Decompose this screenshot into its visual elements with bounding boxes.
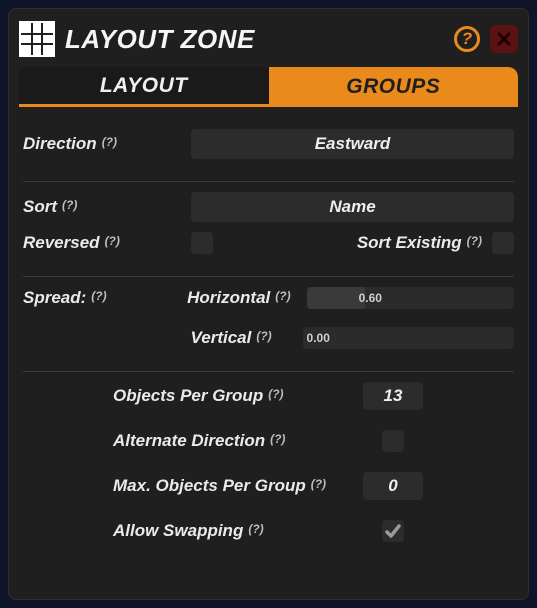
- help-icon[interactable]: (?): [105, 234, 120, 248]
- alternate-direction-row: Alternate Direction (?): [113, 430, 514, 452]
- reversed-label-text: Reversed: [23, 233, 100, 253]
- grid-icon: [19, 21, 55, 57]
- direction-label: Direction (?): [23, 134, 191, 154]
- allow-swapping-row: Allow Swapping (?): [113, 520, 514, 542]
- help-icon[interactable]: (?): [248, 522, 263, 536]
- objects-per-group-row: Objects Per Group (?) 13: [113, 382, 514, 410]
- sort-sub-row: Reversed (?) Sort Existing (?): [23, 232, 514, 254]
- objects-per-group-label-text: Objects Per Group: [113, 386, 263, 406]
- separator: [23, 276, 514, 277]
- spread-vertical-label: Vertical (?): [191, 328, 303, 348]
- check-icon: [384, 522, 402, 540]
- spread-vertical-row: Vertical (?) 0.00: [23, 327, 514, 349]
- panel-body: Direction (?) Eastward Sort (?) Name Rev…: [19, 107, 518, 542]
- sort-existing-checkbox[interactable]: [492, 232, 514, 254]
- layout-zone-panel: LAYOUT ZONE ? LAYOUT GROUPS Direction (?…: [8, 8, 529, 600]
- tab-layout[interactable]: LAYOUT: [19, 67, 269, 107]
- panel-title: LAYOUT ZONE: [65, 24, 454, 55]
- alternate-direction-checkbox[interactable]: [382, 430, 404, 452]
- max-objects-input[interactable]: 0: [363, 472, 423, 500]
- allow-swapping-label-text: Allow Swapping: [113, 521, 243, 541]
- spread-label-text: Spread:: [23, 288, 86, 308]
- spread-label: Spread: (?): [23, 288, 187, 308]
- sort-existing-label: Sort Existing (?): [357, 233, 482, 253]
- help-icon[interactable]: (?): [256, 329, 271, 343]
- help-icon[interactable]: (?): [270, 432, 285, 446]
- sort-row: Sort (?) Name: [23, 192, 514, 222]
- help-icon[interactable]: (?): [91, 289, 106, 303]
- spread-horizontal-label-text: Horizontal: [187, 288, 270, 308]
- max-objects-row: Max. Objects Per Group (?) 0: [113, 472, 514, 500]
- help-icon[interactable]: (?): [102, 135, 117, 149]
- tab-groups[interactable]: GROUPS: [269, 67, 519, 107]
- help-icon[interactable]: (?): [311, 477, 326, 491]
- separator: [23, 371, 514, 372]
- direction-row: Direction (?) Eastward: [23, 129, 514, 159]
- close-icon: [496, 31, 512, 47]
- separator: [23, 181, 514, 182]
- reversed-checkbox[interactable]: [191, 232, 213, 254]
- spread-vertical-slider[interactable]: 0.00: [303, 327, 514, 349]
- sort-label: Sort (?): [23, 197, 191, 217]
- objects-per-group-label: Objects Per Group (?): [113, 386, 363, 406]
- spread-row: Spread: (?) Horizontal (?) 0.60: [23, 287, 514, 309]
- allow-swapping-label: Allow Swapping (?): [113, 521, 363, 541]
- help-icon[interactable]: (?): [275, 289, 290, 303]
- alternate-direction-label: Alternate Direction (?): [113, 431, 363, 451]
- help-icon[interactable]: (?): [467, 234, 482, 248]
- panel-header: LAYOUT ZONE ?: [19, 17, 518, 61]
- max-objects-label: Max. Objects Per Group (?): [113, 476, 363, 496]
- help-icon[interactable]: (?): [62, 198, 77, 212]
- spread-horizontal-slider[interactable]: 0.60: [307, 287, 514, 309]
- help-button[interactable]: ?: [454, 26, 480, 52]
- close-button[interactable]: [490, 25, 518, 53]
- max-objects-label-text: Max. Objects Per Group: [113, 476, 306, 496]
- spread-vertical-label-text: Vertical: [191, 328, 252, 348]
- options-block: Objects Per Group (?) 13 Alternate Direc…: [113, 382, 514, 542]
- objects-per-group-input[interactable]: 13: [363, 382, 423, 410]
- sort-existing-label-text: Sort Existing: [357, 233, 462, 253]
- spread-horizontal-label: Horizontal (?): [187, 288, 290, 308]
- spread-vertical-value: 0.00: [307, 331, 330, 345]
- reversed-label: Reversed (?): [23, 233, 191, 253]
- help-icon[interactable]: (?): [268, 387, 283, 401]
- direction-label-text: Direction: [23, 134, 97, 154]
- sort-dropdown[interactable]: Name: [191, 192, 514, 222]
- sort-label-text: Sort: [23, 197, 57, 217]
- allow-swapping-checkbox[interactable]: [382, 520, 404, 542]
- tab-bar: LAYOUT GROUPS: [19, 67, 518, 107]
- direction-dropdown[interactable]: Eastward: [191, 129, 514, 159]
- spread-horizontal-value: 0.60: [359, 291, 382, 305]
- alternate-direction-label-text: Alternate Direction: [113, 431, 265, 451]
